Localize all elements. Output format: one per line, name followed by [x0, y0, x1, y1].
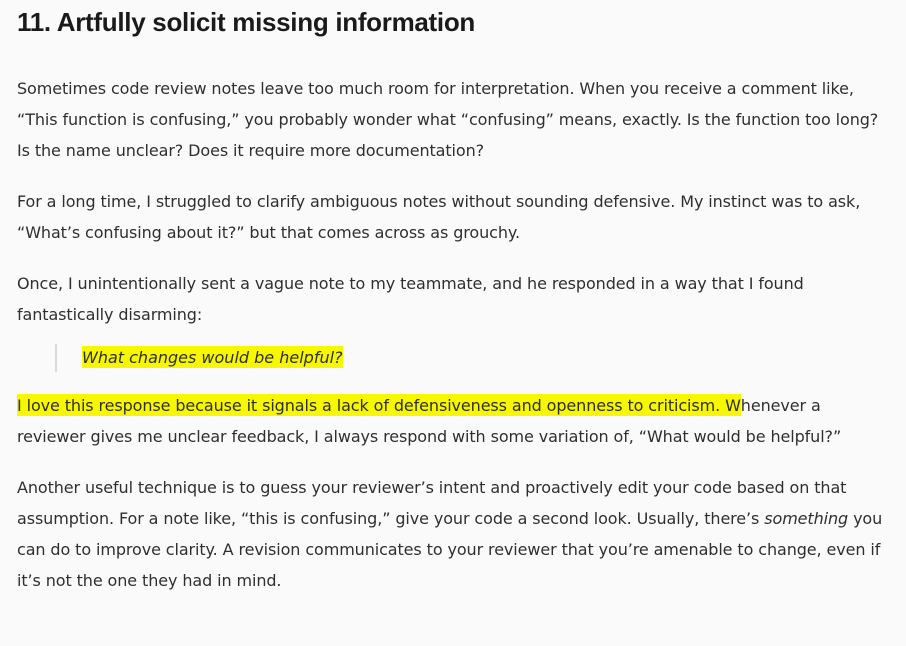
paragraph-defensive: For a long time, I struggled to clarify …: [17, 192, 861, 242]
section-heading: 11. Artfully solicit missing information: [17, 7, 476, 37]
paragraph-response: I love this response because it signals …: [17, 390, 892, 452]
article-section: 11. Artfully solicit missing information…: [17, 0, 892, 596]
paragraph-teammate: Once, I unintentionally sent a vague not…: [17, 274, 804, 324]
paragraph-technique-start: Another useful technique is to guess you…: [17, 478, 847, 528]
highlighted-sentence: I love this response because it signals …: [17, 394, 741, 416]
emphasis-something: something: [764, 509, 849, 528]
highlighted-quote: What changes would be helpful?: [82, 346, 343, 368]
blockquote: What changes would be helpful?: [55, 344, 892, 372]
paragraph-technique: Another useful technique is to guess you…: [17, 472, 892, 596]
paragraph-interpretation: Sometimes code review notes leave too mu…: [17, 79, 879, 160]
